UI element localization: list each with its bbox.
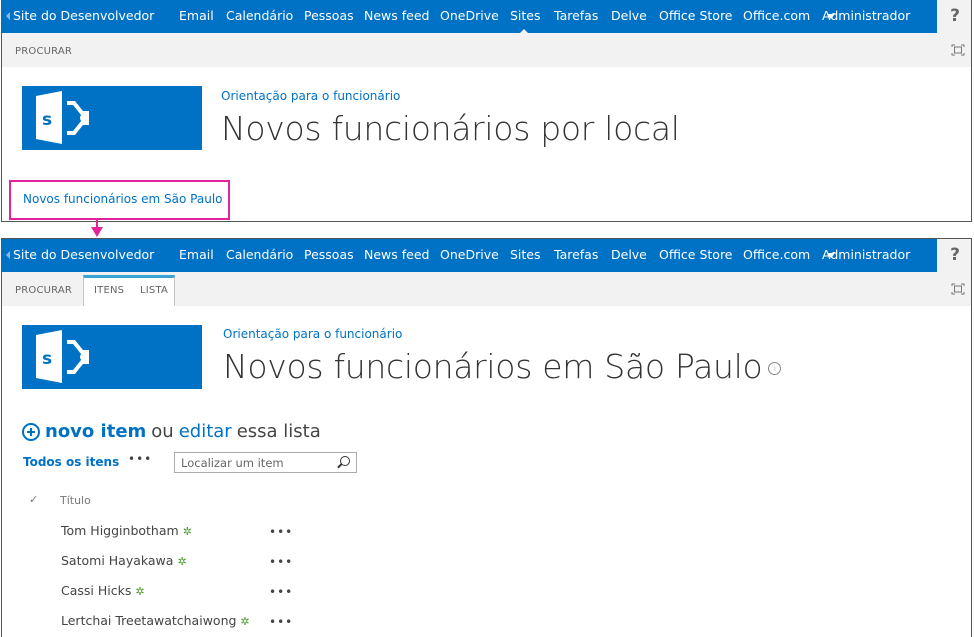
item-title[interactable]: Tom Higginbotham (61, 523, 179, 538)
column-header-row: ✓ Título (29, 493, 91, 507)
item-title[interactable]: Cassi Hicks (61, 583, 131, 598)
breadcrumb-link[interactable]: Orientação para o funcionário (223, 327, 402, 341)
suite-bar: Site do Desenvolvedor Email Calendário P… (2, 239, 937, 272)
admin-label: Administrador (822, 247, 911, 262)
help-button[interactable]: ? (937, 239, 971, 272)
new-item-icon: ✲ (177, 555, 187, 568)
screenshot-after: Site do Desenvolvedor Email Calendário P… (1, 238, 972, 637)
focus-mode-icon[interactable] (951, 283, 965, 295)
tab-lista[interactable]: LISTA (140, 285, 168, 296)
suite-bar: Site do Desenvolvedor Email Calendário P… (2, 0, 937, 33)
breadcrumb-link[interactable]: Orientação para o funcionário (221, 89, 400, 103)
site-name-link[interactable]: Site do Desenvolvedor (6, 247, 154, 262)
svg-text:s: s (42, 110, 52, 130)
nav-sites[interactable]: Sites (510, 247, 541, 262)
screenshot-before: Site do Desenvolvedor Email Calendário P… (1, 0, 972, 222)
admin-label: Administrador (822, 8, 911, 23)
info-icon[interactable]: i (768, 362, 782, 375)
new-item-icon: ✲ (182, 525, 192, 538)
tab-procurar[interactable]: PROCURAR (15, 46, 72, 57)
nav-newsfeed[interactable]: News feed (364, 8, 429, 23)
nav-tasks[interactable]: Tarefas (554, 247, 598, 262)
nav-calendar[interactable]: Calendário (226, 8, 293, 23)
nav-delve[interactable]: Delve (611, 247, 647, 262)
plus-circle-icon[interactable] (22, 422, 40, 441)
new-item-bar: novo item ou editar essa lista (22, 421, 321, 442)
list-suffix-text: essa lista (236, 421, 321, 442)
nav-tasks[interactable]: Tarefas (554, 8, 598, 23)
ribbon: PROCURAR (2, 33, 971, 67)
sao-paulo-link[interactable]: Novos funcionários em São Paulo (23, 192, 223, 206)
new-item-icon: ✲ (240, 615, 250, 628)
view-all-items[interactable]: Todos os itens (23, 455, 119, 469)
row-more-ellipsis[interactable]: ••• (269, 615, 293, 629)
nav-office-store[interactable]: Office Store (659, 247, 733, 262)
search-box[interactable]: Localizar um item (174, 452, 357, 473)
new-item-icon: ✲ (135, 585, 145, 598)
table-row[interactable]: Tom Higginbotham ✲ (61, 523, 192, 538)
page-title: Novos funcionários por local (221, 109, 680, 148)
table-row[interactable]: Lertchai Treetawatchaiwong ✲ (61, 613, 250, 628)
site-name: Site do Desenvolvedor (13, 8, 155, 23)
nav-admin[interactable]: Administrador (822, 247, 910, 262)
svg-text:s: s (42, 349, 52, 369)
table-row[interactable]: Satomi Hayakawa ✲ (61, 553, 187, 568)
arrow-down-icon (91, 227, 103, 237)
site-name: Site do Desenvolvedor (13, 247, 155, 262)
nav-newsfeed[interactable]: News feed (364, 247, 429, 262)
item-title[interactable]: Lertchai Treetawatchaiwong (61, 613, 236, 628)
column-header-title[interactable]: Título (60, 494, 91, 507)
nav-people[interactable]: Pessoas (304, 8, 354, 23)
nav-office-com[interactable]: Office.com (743, 247, 810, 262)
or-text: ou (151, 421, 174, 442)
page-title: Novos funcionários em São Paulo (223, 347, 763, 386)
tab-procurar[interactable]: PROCURAR (15, 285, 72, 296)
edit-list-link[interactable]: editar (179, 421, 232, 442)
nav-email[interactable]: Email (179, 8, 214, 23)
nav-sites[interactable]: Sites (510, 8, 541, 23)
nav-office-store[interactable]: Office Store (659, 8, 733, 23)
tab-itens[interactable]: ITENS (94, 285, 124, 296)
nav-delve[interactable]: Delve (611, 8, 647, 23)
item-title[interactable]: Satomi Hayakawa (61, 553, 173, 568)
row-more-ellipsis[interactable]: ••• (269, 525, 293, 539)
sharepoint-logo[interactable]: s (22, 86, 202, 150)
select-all-check-icon[interactable]: ✓ (29, 493, 38, 506)
sharepoint-icon: s (36, 91, 89, 144)
new-item-link[interactable]: novo item (45, 421, 146, 442)
nav-calendar[interactable]: Calendário (226, 247, 293, 262)
back-triangle-icon (6, 250, 10, 259)
view-more-ellipsis[interactable]: ••• (128, 452, 152, 466)
ribbon: PROCURAR ITENS LISTA (2, 272, 971, 306)
sharepoint-icon: s (36, 330, 89, 383)
sharepoint-logo[interactable]: s (22, 325, 202, 389)
row-more-ellipsis[interactable]: ••• (269, 555, 293, 569)
focus-mode-icon[interactable] (951, 44, 965, 56)
nav-email[interactable]: Email (179, 247, 214, 262)
search-icon[interactable] (340, 456, 350, 466)
nav-office-com[interactable]: Office.com (743, 8, 810, 23)
nav-onedrive[interactable]: OneDrive (440, 247, 499, 262)
help-button[interactable]: ? (937, 0, 971, 33)
search-input[interactable]: Localizar um item (181, 456, 284, 470)
site-name-link[interactable]: Site do Desenvolvedor (6, 8, 154, 23)
row-more-ellipsis[interactable]: ••• (269, 585, 293, 599)
page-title-wrap: Novos funcionários em São Paulo i (223, 347, 782, 386)
nav-onedrive[interactable]: OneDrive (440, 8, 499, 23)
nav-people[interactable]: Pessoas (304, 247, 354, 262)
nav-admin[interactable]: Administrador (822, 8, 910, 23)
back-triangle-icon (6, 11, 10, 20)
table-row[interactable]: Cassi Hicks ✲ (61, 583, 145, 598)
